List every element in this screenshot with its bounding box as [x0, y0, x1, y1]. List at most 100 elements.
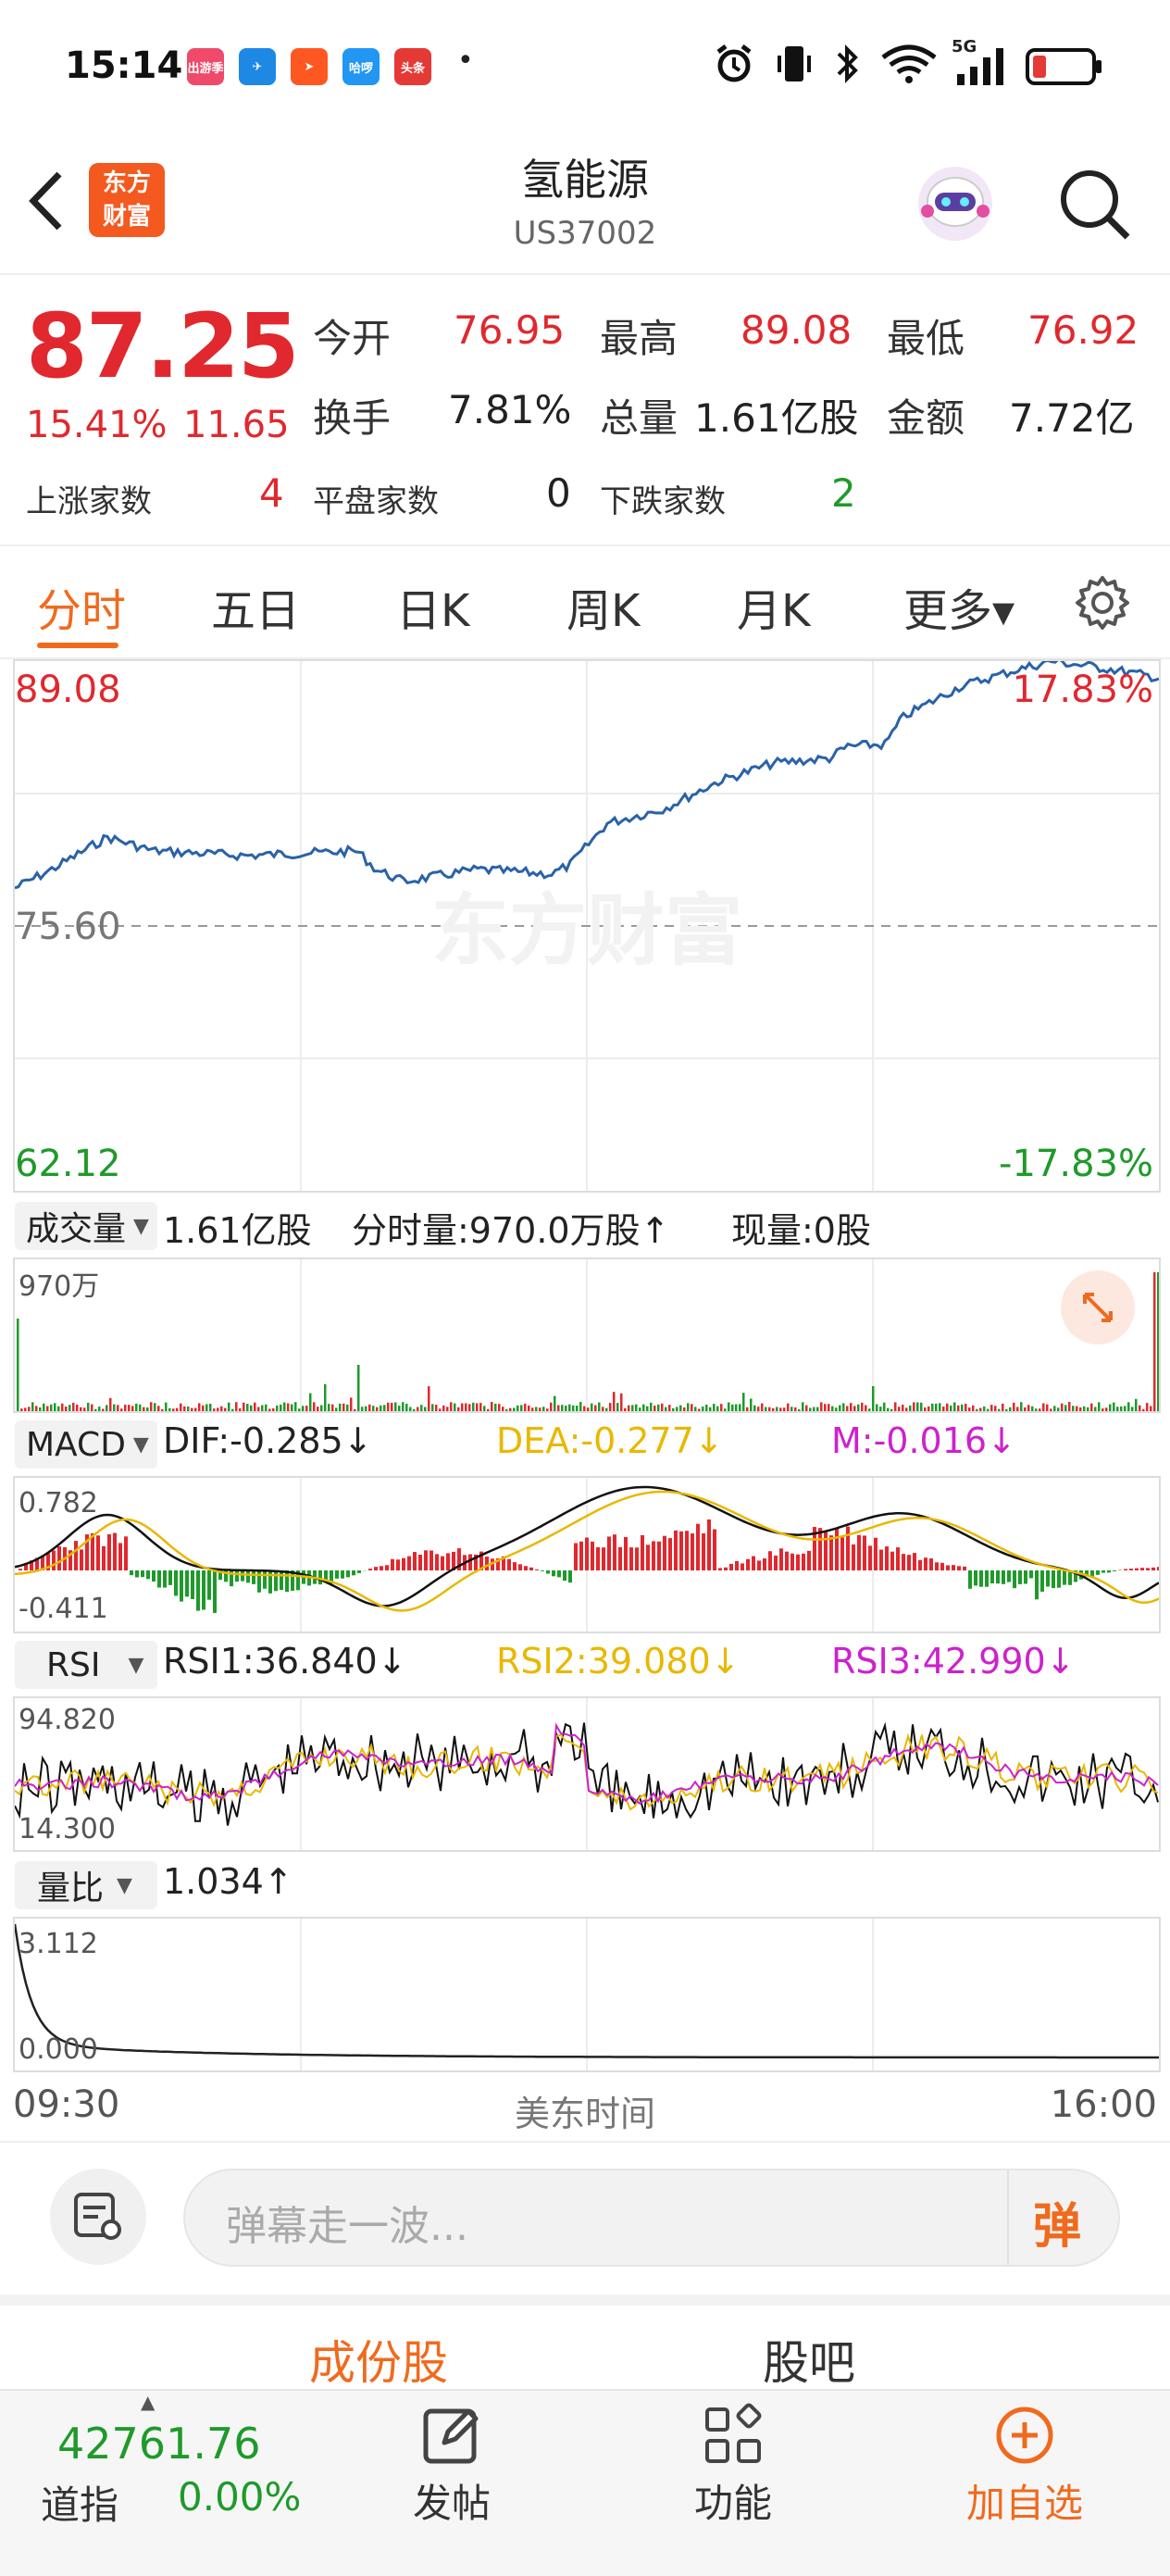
- index-name[interactable]: 道指: [41, 2474, 118, 2531]
- divider: [0, 2141, 1170, 2143]
- tab-stock-forum[interactable]: 股吧: [763, 2326, 855, 2393]
- volume-bar: [916, 1403, 919, 1411]
- macd-histogram-bar: [646, 1544, 650, 1570]
- macd-indicator-selector[interactable]: MACD ▼: [15, 1420, 157, 1469]
- volume-bar: [598, 1403, 601, 1411]
- tab-month-k[interactable]: 月K: [737, 574, 810, 639]
- macd-histogram-bar: [424, 1550, 428, 1570]
- volume-bar: [550, 1403, 553, 1411]
- macd-histogram-bar: [618, 1547, 622, 1570]
- active-tab-indicator: [37, 643, 118, 648]
- price-chart[interactable]: 东方财富 89.08 75.60 62.12 17.83% -17.83%: [13, 659, 1161, 1193]
- macd-histogram-bar: [263, 1570, 267, 1589]
- volume-bar: [1094, 1407, 1097, 1411]
- ratio-indicator-selector[interactable]: 量比 ▼: [15, 1861, 157, 1909]
- status-bar: 15:14 出游季✈➤哈啰头条 • 5G: [0, 0, 1170, 139]
- min-pct-label: -17.83%: [999, 1143, 1153, 1185]
- macd-histogram-bar: [1129, 1569, 1133, 1570]
- volume-bar: [1139, 1406, 1141, 1411]
- volume-bar: [498, 1404, 501, 1411]
- macd-histogram-bar: [596, 1547, 600, 1570]
- add-watchlist-label: 加自选: [955, 2472, 1094, 2529]
- volume-bar: [65, 1407, 68, 1411]
- functions-button[interactable]: 功能: [685, 2402, 781, 2529]
- macd-histogram-bar: [357, 1570, 361, 1573]
- danmu-input[interactable]: 弹幕走一波... 弹: [183, 2169, 1120, 2267]
- macd-histogram-bar: [863, 1535, 866, 1570]
- tab-fenshi[interactable]: 分时: [37, 574, 126, 639]
- robot-assistant-icon[interactable]: [911, 159, 1000, 252]
- volume-bar: [554, 1396, 556, 1411]
- volume-bar: [520, 1405, 523, 1411]
- volume-bar: [261, 1405, 264, 1411]
- volume-bar: [387, 1403, 390, 1411]
- volume-bar: [313, 1402, 316, 1411]
- volume-bar: [628, 1406, 630, 1411]
- macd-histogram-bar: [996, 1570, 1000, 1583]
- volume-bar: [1087, 1407, 1089, 1411]
- volume-bar: [80, 1407, 82, 1411]
- index-value[interactable]: 42761.76: [57, 2419, 261, 2469]
- collapse-arrow-icon[interactable]: ▲: [141, 2391, 155, 2413]
- volume-bar: [835, 1407, 838, 1411]
- macd-histogram-bar: [57, 1546, 61, 1570]
- high-label: 最高: [600, 307, 678, 364]
- rsi2-value: RSI2:39.080↓: [496, 1641, 741, 1682]
- volume-bar: [1005, 1409, 1008, 1411]
- tab-constituents[interactable]: 成份股: [309, 2326, 448, 2393]
- volume-bar: [265, 1405, 268, 1411]
- macd-histogram-bar: [785, 1552, 789, 1570]
- add-watchlist-button[interactable]: 加自选: [955, 2402, 1094, 2529]
- macd-histogram-bar: [174, 1570, 178, 1595]
- macd-axis-min: -0.411: [19, 1593, 108, 1625]
- dropdown-arrow-icon: ▼: [133, 1215, 149, 1238]
- volume-indicator-selector[interactable]: 成交量 ▼: [15, 1202, 157, 1250]
- rsi-axis-min: 14.300: [19, 1813, 116, 1845]
- volume-bar: [339, 1404, 342, 1411]
- macd-histogram-bar: [19, 1569, 22, 1570]
- macd-chart[interactable]: 0.782 -0.411: [13, 1476, 1161, 1633]
- macd-histogram-bar: [713, 1530, 716, 1570]
- volume-bar: [294, 1402, 297, 1411]
- ratio-chart[interactable]: 3.112 0.000: [13, 1917, 1161, 2072]
- macd-histogram-bar: [846, 1526, 850, 1570]
- danmu-settings-icon: [68, 2187, 128, 2246]
- paper-plane-app-icon: ➤: [291, 48, 328, 85]
- post-button[interactable]: 发帖: [404, 2402, 500, 2529]
- macd-histogram-bar: [729, 1564, 733, 1570]
- macd-histogram-bar: [579, 1542, 583, 1570]
- macd-histogram-bar: [280, 1570, 283, 1590]
- battery-icon: [1026, 48, 1103, 89]
- volume-bar: [231, 1409, 234, 1411]
- macd-histogram-bar: [741, 1563, 744, 1570]
- tab-week-k[interactable]: 周K: [566, 574, 640, 639]
- macd-histogram-bar: [368, 1569, 372, 1570]
- tab-more[interactable]: 更多▾: [903, 574, 1014, 639]
- volume-bar: [879, 1407, 882, 1411]
- tab-five-day[interactable]: 五日: [211, 574, 300, 639]
- volume-bar: [709, 1407, 712, 1411]
- macd-histogram-bar: [1018, 1570, 1022, 1584]
- macd-histogram-bar: [1157, 1567, 1159, 1570]
- danmu-send-button[interactable]: 弹: [1033, 2187, 1081, 2257]
- expand-chart-button[interactable]: [1061, 1270, 1135, 1344]
- tab-day-k[interactable]: 日K: [396, 574, 469, 639]
- rsi-chart[interactable]: 94.820 14.300: [13, 1696, 1161, 1852]
- macd-histogram-bar: [163, 1570, 167, 1588]
- danmu-settings-button[interactable]: [50, 2169, 146, 2265]
- search-button[interactable]: [1055, 165, 1135, 248]
- volume-axis-max: 970万: [19, 1263, 99, 1304]
- volume-chart[interactable]: 970万: [13, 1257, 1161, 1413]
- divider: [0, 544, 1170, 546]
- volume-bar: [302, 1406, 305, 1411]
- volume-bar: [365, 1407, 367, 1411]
- up-count-label: 上涨家数: [26, 476, 152, 521]
- macd-dif: DIF:-0.285↓: [163, 1420, 373, 1461]
- index-change[interactable]: 0.00%: [178, 2474, 301, 2520]
- ratio-axis-max: 3.112: [19, 1928, 98, 1960]
- volume-bar: [454, 1404, 456, 1411]
- rsi-indicator-selector[interactable]: RSI ▼: [15, 1641, 157, 1689]
- macd-histogram-bar: [890, 1552, 894, 1570]
- macd-histogram-bar: [507, 1559, 511, 1570]
- chart-settings-button[interactable]: [1074, 574, 1131, 635]
